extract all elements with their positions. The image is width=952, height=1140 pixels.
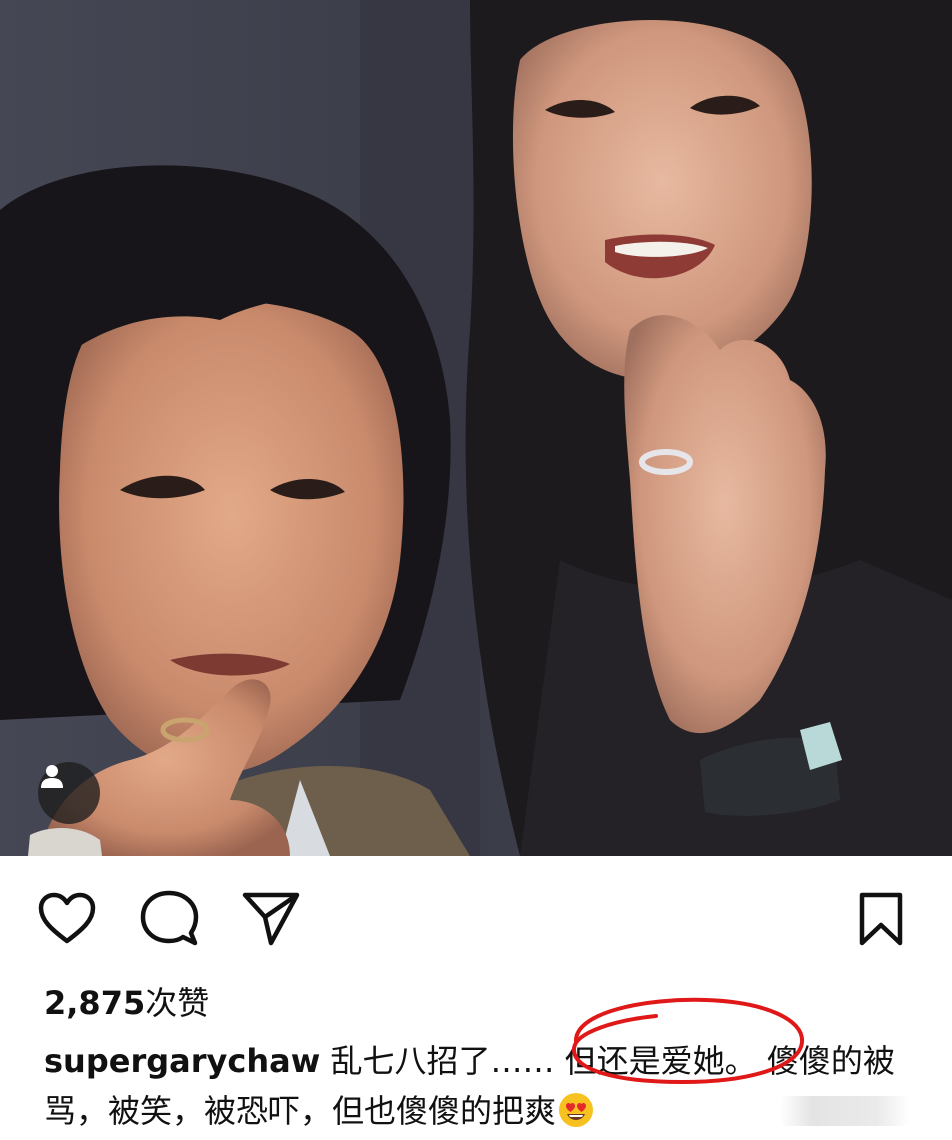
comment-button[interactable] [138,888,200,950]
caption-username[interactable]: supergarychaw [44,1042,320,1080]
heart-eyes-emoji-icon [559,1093,594,1127]
likes-suffix: 次赞 [145,984,210,1022]
likes-number: 2,875 [44,984,146,1022]
likes-count[interactable]: 2,875次赞 [44,978,209,1024]
save-button[interactable] [850,888,912,950]
photo-illustration [0,0,952,856]
caption-text-start: 乱七八招了…… [320,1042,565,1080]
comment-bubble-icon [140,890,199,946]
paper-plane-icon [242,892,300,946]
post-photo[interactable] [0,0,952,856]
bookmark-icon [859,892,903,946]
heart-icon [38,892,96,944]
blurred-watermark [780,1096,910,1126]
like-button[interactable] [36,888,98,950]
instagram-post: 2,875次赞 supergarychaw 乱七八招了…… 但还是爱她。 傻傻的… [0,0,952,1140]
person-icon [41,765,63,788]
tag-people-button[interactable] [38,762,100,824]
caption-highlighted-text: 但还是爱她。 [564,1042,757,1080]
share-button[interactable] [240,888,302,950]
